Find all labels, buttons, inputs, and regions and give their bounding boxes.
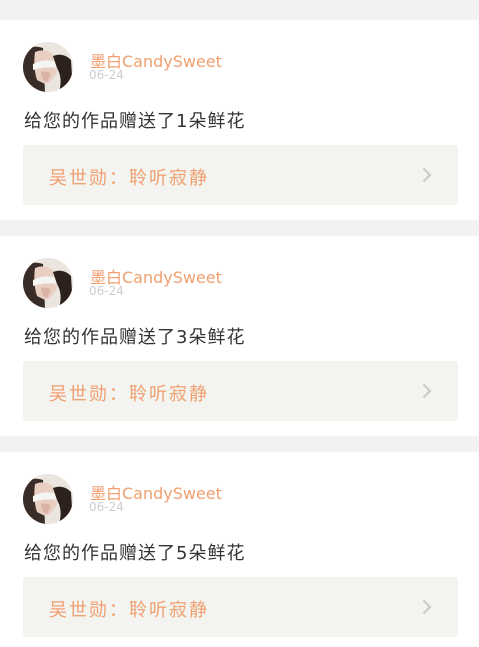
gift-message: 给您的作品赠送了1朵鲜花 — [24, 111, 246, 132]
avatar-image — [23, 474, 73, 524]
post-date: 06-24 — [89, 68, 124, 82]
work-title: 吴世勋：聆听寂静 — [49, 600, 209, 621]
chevron-right-icon — [423, 168, 431, 182]
gift-feed: 墨白CandySweet 06-24 给您的作品赠送了1朵鲜花 吴世勋：聆听寂静… — [0, 0, 479, 647]
post-date: 06-24 — [89, 500, 124, 514]
work-title: 吴世勋：聆听寂静 — [49, 384, 209, 405]
work-title: 吴世勋：聆听寂静 — [49, 168, 209, 189]
gift-notification-card: 墨白CandySweet 06-24 给您的作品赠送了3朵鲜花 吴世勋：聆听寂静 — [0, 236, 479, 436]
work-link-button[interactable]: 吴世勋：聆听寂静 — [23, 577, 458, 637]
user-avatar[interactable] — [23, 258, 73, 308]
gift-notification-card: 墨白CandySweet 06-24 给您的作品赠送了1朵鲜花 吴世勋：聆听寂静 — [0, 20, 479, 220]
user-avatar[interactable] — [23, 42, 73, 92]
avatar-image — [23, 258, 73, 308]
post-date: 06-24 — [89, 284, 124, 298]
work-link-button[interactable]: 吴世勋：聆听寂静 — [23, 145, 458, 205]
gift-message: 给您的作品赠送了5朵鲜花 — [24, 543, 246, 564]
avatar-image — [23, 42, 73, 92]
gift-notification-card: 墨白CandySweet 06-24 给您的作品赠送了5朵鲜花 吴世勋：聆听寂静 — [0, 452, 479, 647]
chevron-right-icon — [423, 600, 431, 614]
chevron-right-icon — [423, 384, 431, 398]
user-avatar[interactable] — [23, 474, 73, 524]
gift-message: 给您的作品赠送了3朵鲜花 — [24, 327, 246, 348]
work-link-button[interactable]: 吴世勋：聆听寂静 — [23, 361, 458, 421]
